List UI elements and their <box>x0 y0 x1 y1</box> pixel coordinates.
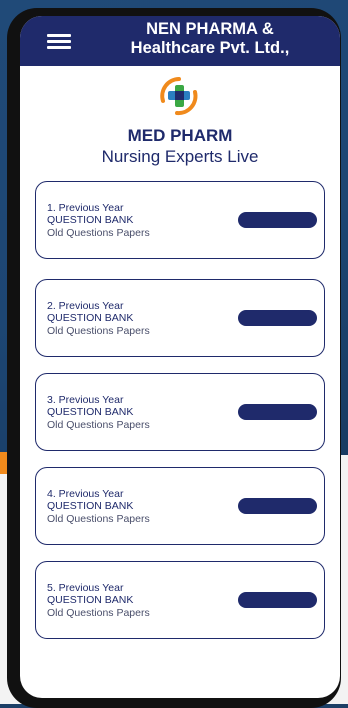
card-title: 1. Previous Year <box>47 202 124 214</box>
open-button[interactable] <box>238 310 317 326</box>
brand-tagline: Nursing Experts Live <box>101 147 259 166</box>
open-button[interactable] <box>238 498 317 514</box>
header-title: NEN PHARMA & Healthcare Pvt. Ltd., <box>90 20 330 58</box>
question-bank-card-3[interactable]: 3. Previous Year QUESTION BANK Old Quest… <box>35 373 325 451</box>
card-title: 4. Previous Year <box>47 488 124 500</box>
question-bank-card-5[interactable]: 5. Previous Year QUESTION BANK Old Quest… <box>35 561 325 639</box>
card-text: 2. Previous Year QUESTION BANK Old Quest… <box>47 300 150 337</box>
card-text: 1. Previous Year QUESTION BANK Old Quest… <box>47 202 150 239</box>
card-text: 5. Previous Year QUESTION BANK Old Quest… <box>47 582 150 619</box>
card-text: 4. Previous Year QUESTION BANK Old Quest… <box>47 488 150 525</box>
card-title: 2. Previous Year <box>47 300 124 312</box>
question-bank-card-2[interactable]: 2. Previous Year QUESTION BANK Old Quest… <box>35 279 325 357</box>
card-text: 3. Previous Year QUESTION BANK Old Quest… <box>47 394 150 431</box>
card-title: 3. Previous Year <box>47 394 124 406</box>
app-screen: NEN PHARMA & Healthcare Pvt. Ltd., MED P… <box>20 16 340 698</box>
card-title: 5. Previous Year <box>47 582 124 594</box>
card-description: Old Questions Papers <box>47 512 150 525</box>
app-header: NEN PHARMA & Healthcare Pvt. Ltd., <box>20 16 340 66</box>
hamburger-menu-icon[interactable] <box>47 34 71 49</box>
header-title-line1: NEN PHARMA & <box>146 20 274 38</box>
open-button[interactable] <box>238 212 317 228</box>
card-description: Old Questions Papers <box>47 418 150 431</box>
card-subtitle: QUESTION BANK <box>47 594 134 607</box>
card-subtitle: QUESTION BANK <box>47 406 134 419</box>
open-button[interactable] <box>238 404 317 420</box>
card-description: Old Questions Papers <box>47 324 150 337</box>
card-subtitle: QUESTION BANK <box>47 312 134 325</box>
question-bank-card-1[interactable]: 1. Previous Year QUESTION BANK Old Quest… <box>35 181 325 259</box>
question-bank-card-4[interactable]: 4. Previous Year QUESTION BANK Old Quest… <box>35 467 325 545</box>
card-subtitle: QUESTION BANK <box>47 500 134 513</box>
card-description: Old Questions Papers <box>47 226 150 239</box>
header-title-line2: Healthcare Pvt. Ltd., <box>130 39 290 57</box>
card-subtitle: QUESTION BANK <box>47 214 134 227</box>
brand-name: MED PHARM <box>127 126 233 145</box>
phone-frame: NEN PHARMA & Healthcare Pvt. Ltd., MED P… <box>7 8 341 708</box>
card-description: Old Questions Papers <box>47 606 150 619</box>
medical-cross-logo-icon <box>160 77 198 116</box>
open-button[interactable] <box>238 592 317 608</box>
